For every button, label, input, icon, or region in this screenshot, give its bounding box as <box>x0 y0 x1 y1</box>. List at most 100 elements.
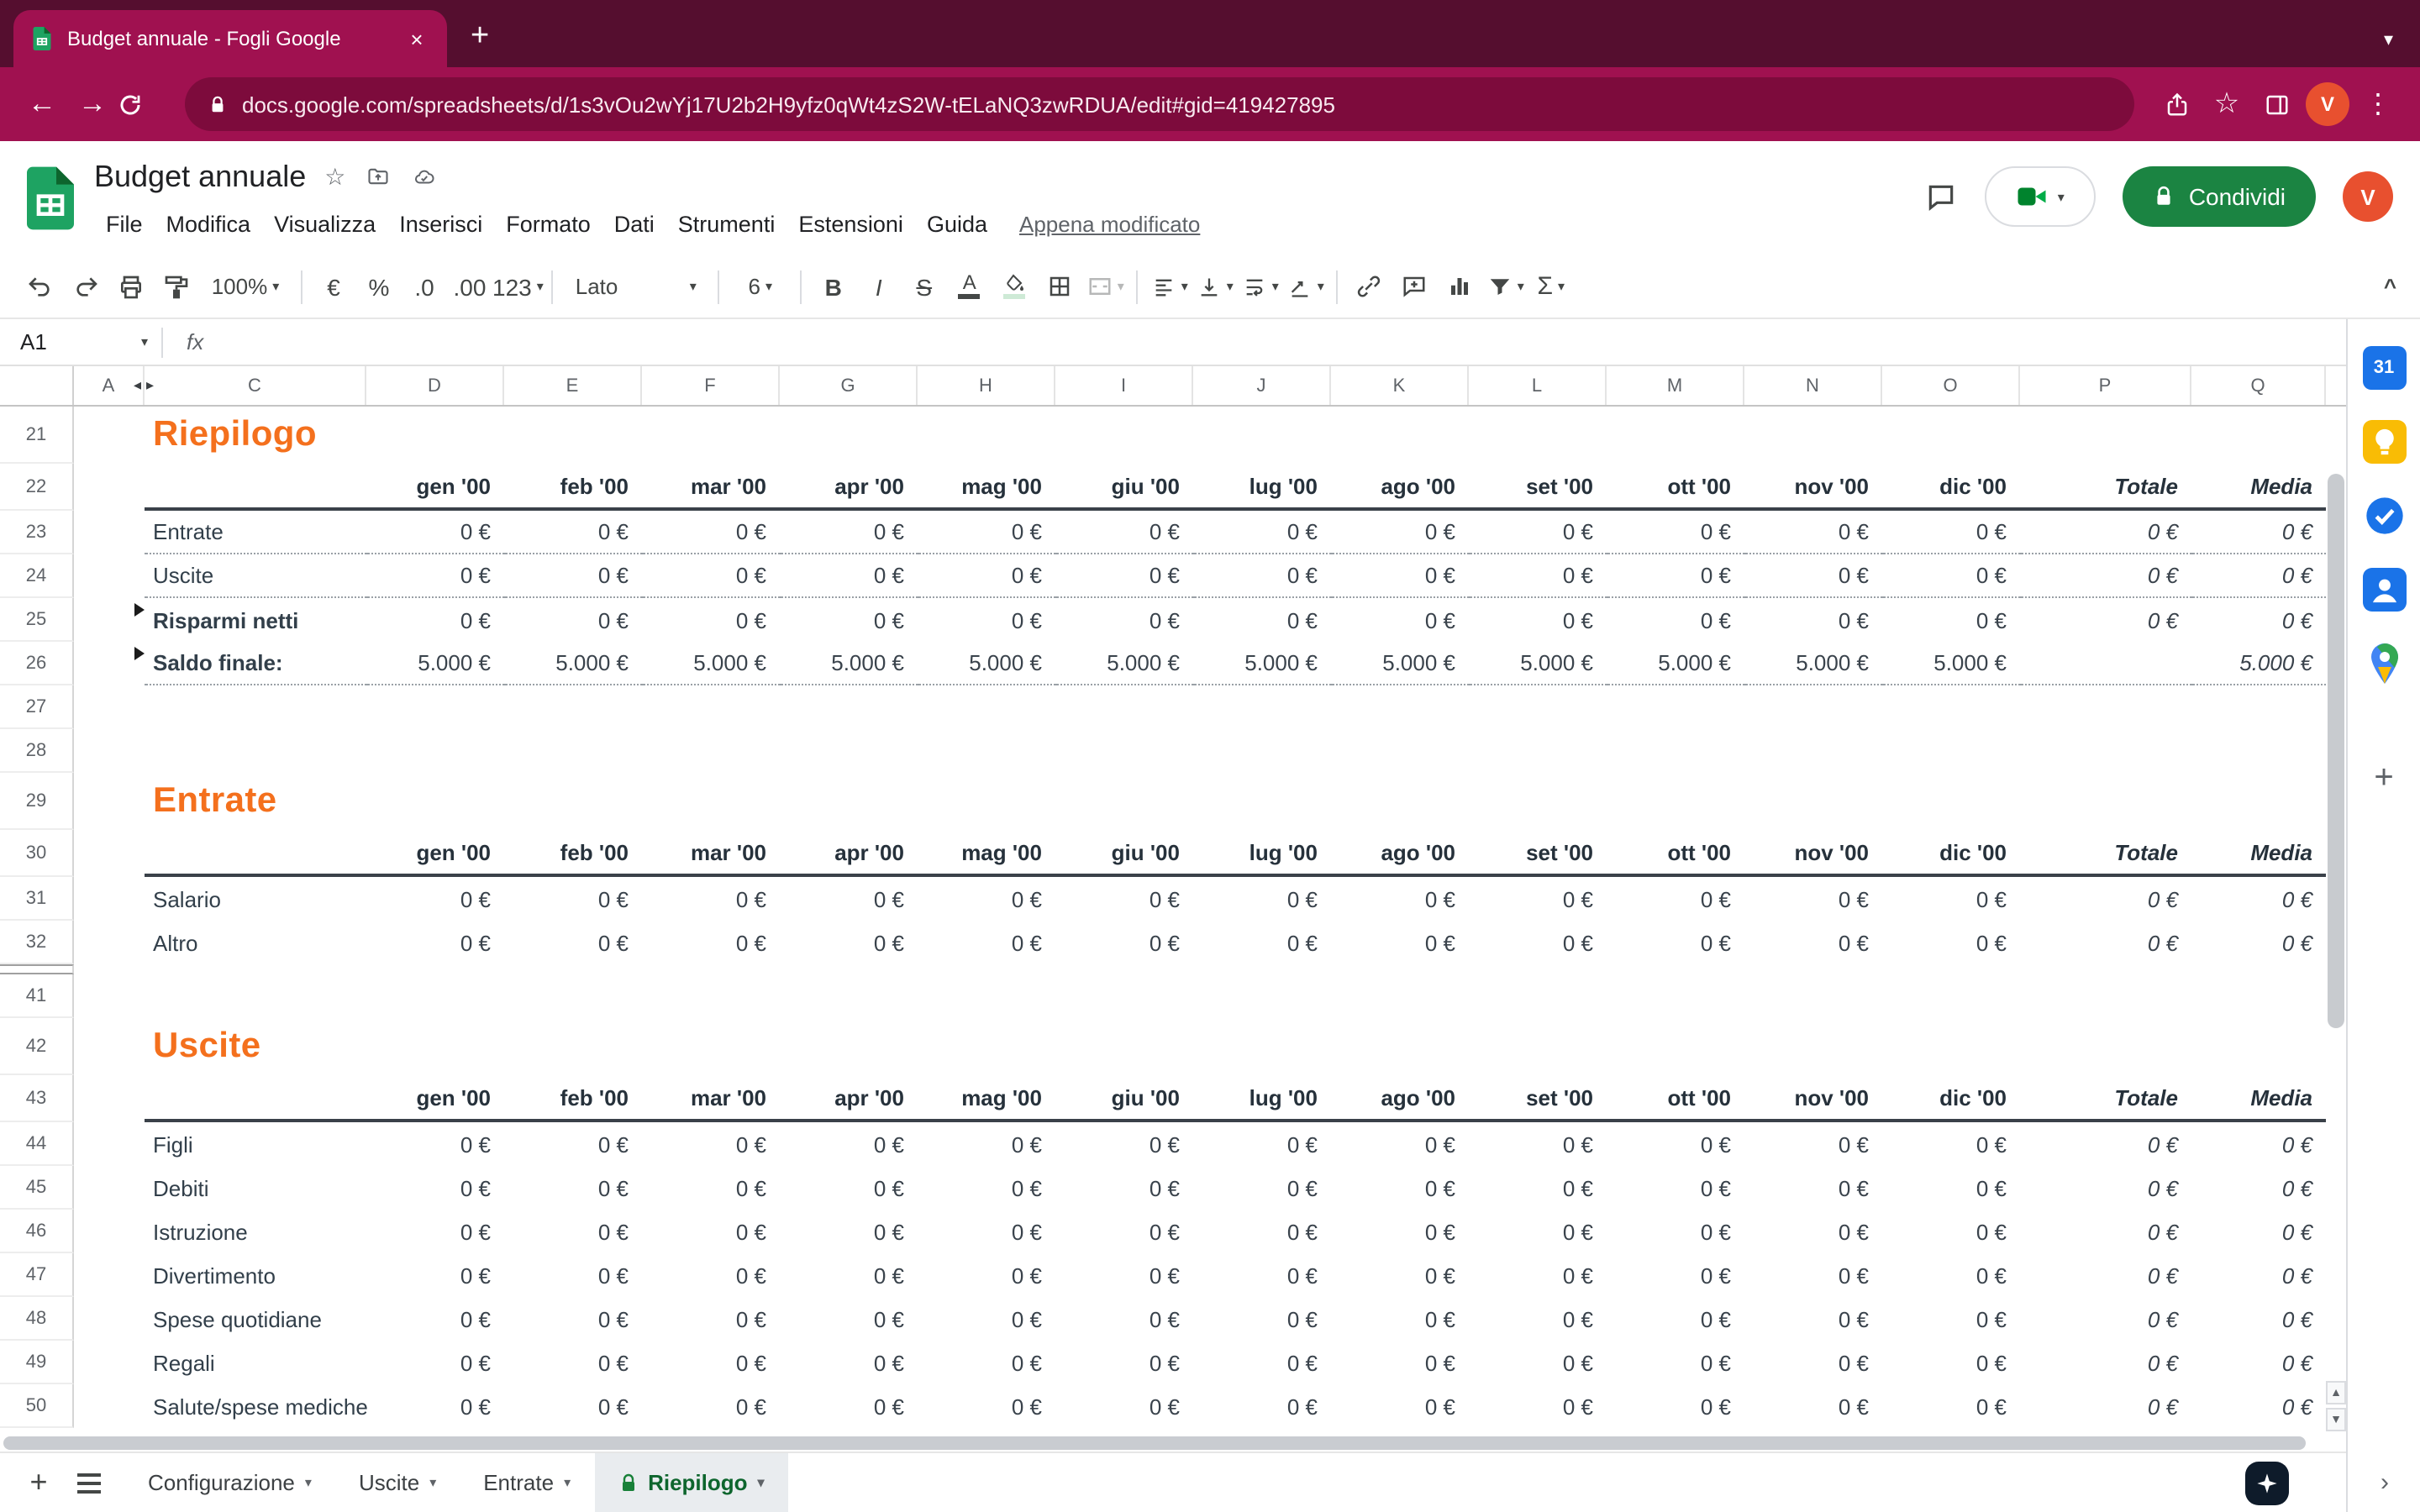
cell[interactable]: 0 € <box>642 1253 780 1297</box>
row-header[interactable]: 30 <box>0 830 74 877</box>
keep-icon[interactable] <box>2362 420 2406 464</box>
month-header[interactable]: ott '00 <box>1607 1075 1744 1122</box>
cell[interactable] <box>780 729 918 773</box>
text-color-button[interactable]: A <box>947 264 992 309</box>
cell[interactable]: 0 € <box>918 1384 1055 1428</box>
cell[interactable]: 0 € <box>1193 1210 1331 1253</box>
unhide-column-left-icon[interactable]: ◂ <box>134 376 141 395</box>
cell[interactable]: Spese quotidiane <box>145 1297 366 1341</box>
cell[interactable]: 0 € <box>1469 511 1607 554</box>
cell[interactable]: 0 € <box>780 511 918 554</box>
cell[interactable] <box>74 1018 145 1075</box>
cell[interactable]: 0 € <box>918 1166 1055 1210</box>
font-size-select[interactable]: 6▾ <box>729 264 792 309</box>
insert-chart-button[interactable] <box>1438 264 1483 309</box>
cell[interactable]: 0 € <box>1469 1384 1607 1428</box>
cell[interactable] <box>1607 1018 1744 1075</box>
month-header[interactable]: dic '00 <box>1882 1075 2020 1122</box>
strikethrough-button[interactable]: S <box>902 264 947 309</box>
cell[interactable] <box>1193 773 1331 830</box>
month-header[interactable]: gen '00 <box>366 1075 504 1122</box>
month-header[interactable]: nov '00 <box>1744 1075 1882 1122</box>
menu-dati[interactable]: Dati <box>602 206 666 241</box>
browser-avatar[interactable]: V <box>2302 82 2353 126</box>
month-header[interactable]: feb '00 <box>504 1075 642 1122</box>
cell[interactable] <box>74 554 145 598</box>
cell[interactable] <box>2020 642 2191 685</box>
side-panel-icon[interactable] <box>2252 92 2302 117</box>
cell[interactable]: 0 € <box>1055 554 1193 598</box>
cell[interactable]: 0 € <box>1607 1166 1744 1210</box>
cell[interactable]: 0 € <box>1882 1341 2020 1384</box>
explore-button[interactable] <box>2245 1462 2289 1505</box>
cell[interactable]: Altro <box>145 921 366 964</box>
cell[interactable]: 0 € <box>1193 598 1331 642</box>
cell[interactable] <box>74 407 145 464</box>
cell[interactable]: 0 € <box>642 1122 780 1166</box>
cell[interactable] <box>1055 1018 1193 1075</box>
cell[interactable] <box>1882 729 2020 773</box>
cell[interactable]: 0 € <box>1607 1297 1744 1341</box>
cell[interactable]: 0 € <box>1744 1210 1882 1253</box>
cell[interactable]: 0 € <box>504 511 642 554</box>
cell[interactable]: Regali <box>145 1341 366 1384</box>
row-header[interactable]: 47 <box>0 1253 74 1297</box>
cell[interactable] <box>642 729 780 773</box>
row-header[interactable]: 21 <box>0 407 74 464</box>
cloud-status-icon[interactable] <box>409 165 438 187</box>
cell[interactable] <box>1882 974 2020 1018</box>
column-header-N[interactable]: N <box>1744 366 1882 405</box>
cell[interactable] <box>1607 729 1744 773</box>
cell[interactable]: 0 € <box>1882 1253 2020 1297</box>
cell[interactable]: 0 € <box>2191 921 2326 964</box>
cell[interactable]: 0 € <box>1331 877 1469 921</box>
cell[interactable] <box>504 773 642 830</box>
cell[interactable]: 5.000 € <box>504 642 642 685</box>
cell[interactable]: 0 € <box>2020 1122 2191 1166</box>
formula-input[interactable] <box>227 319 2346 365</box>
row-header[interactable]: 43 <box>0 1075 74 1122</box>
month-header[interactable]: set '00 <box>1469 1075 1607 1122</box>
cell[interactable] <box>504 974 642 1018</box>
cell[interactable]: 0 € <box>2020 554 2191 598</box>
cell[interactable] <box>2191 685 2326 729</box>
decrease-decimals-button[interactable]: .0 <box>402 264 447 309</box>
cell[interactable] <box>2191 729 2326 773</box>
cell[interactable]: 0 € <box>780 1253 918 1297</box>
cell[interactable]: 0 € <box>1882 877 2020 921</box>
cell[interactable]: 0 € <box>1193 1297 1331 1341</box>
cell[interactable]: 0 € <box>504 554 642 598</box>
cell[interactable]: 0 € <box>780 1341 918 1384</box>
sheets-logo[interactable] <box>27 166 74 230</box>
cell[interactable]: 0 € <box>1055 1341 1193 1384</box>
cell[interactable]: 0 € <box>918 598 1055 642</box>
cell[interactable]: 0 € <box>918 1253 1055 1297</box>
cell[interactable]: 5.000 € <box>1055 642 1193 685</box>
cell[interactable]: 0 € <box>366 877 504 921</box>
cell[interactable] <box>504 407 642 464</box>
cell[interactable]: 0 € <box>918 1210 1055 1253</box>
cell[interactable] <box>1055 407 1193 464</box>
document-title[interactable]: Budget annuale <box>94 159 306 194</box>
cell[interactable] <box>918 407 1055 464</box>
sheet-tab-configurazione[interactable]: Configurazione▾ <box>124 1452 335 1512</box>
cell[interactable]: 0 € <box>1744 1297 1882 1341</box>
unhide-column-right-icon[interactable]: ▸ <box>146 376 154 395</box>
cell[interactable] <box>366 773 504 830</box>
cell[interactable] <box>74 464 145 511</box>
cell[interactable]: 0 € <box>1744 1253 1882 1297</box>
menu-visualizza[interactable]: Visualizza <box>262 206 387 241</box>
month-header[interactable]: lug '00 <box>1193 1075 1331 1122</box>
month-header[interactable]: lug '00 <box>1193 830 1331 877</box>
cell[interactable]: 0 € <box>1607 1210 1744 1253</box>
cell[interactable]: 5.000 € <box>1882 642 2020 685</box>
tasks-icon[interactable] <box>2362 494 2406 538</box>
cell[interactable]: 0 € <box>2020 877 2191 921</box>
cell[interactable]: 0 € <box>642 1166 780 1210</box>
cell[interactable]: 0 € <box>504 1210 642 1253</box>
row-header[interactable]: 31 <box>0 877 74 921</box>
meet-join-button[interactable]: ▾ <box>1986 166 2096 227</box>
cell[interactable]: 0 € <box>1331 1384 1469 1428</box>
media-header[interactable]: Media <box>2191 1075 2326 1122</box>
month-header[interactable]: gen '00 <box>366 830 504 877</box>
